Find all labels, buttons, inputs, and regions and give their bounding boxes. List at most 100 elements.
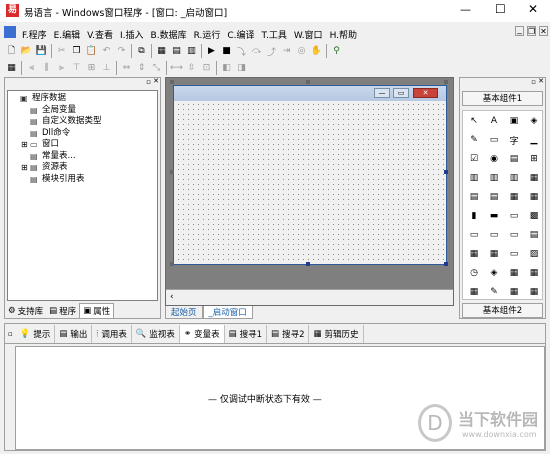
selection-handle[interactable] (170, 262, 174, 266)
component-icon[interactable]: ✎ (486, 285, 502, 299)
horizontal-scrollbar[interactable]: ‹ (166, 289, 453, 305)
form-grid-surface[interactable] (176, 102, 444, 263)
component-icon[interactable]: ▥ (486, 171, 502, 185)
panel-close-icon[interactable]: ✕ (153, 77, 159, 85)
component-icon[interactable]: A (486, 114, 502, 128)
component-icon[interactable]: ▦ (506, 190, 522, 204)
tab-properties[interactable]: ▣ 属性 (79, 303, 115, 318)
binoculars-icon[interactable]: ⚲ (329, 44, 344, 59)
component-icon[interactable]: ▥ (466, 171, 482, 185)
undo-icon[interactable]: ↶ (99, 44, 114, 59)
tree-expander-icon[interactable]: ⊞ (21, 162, 30, 174)
component-icon[interactable]: ▭ (486, 228, 502, 242)
selection-handle[interactable] (444, 262, 448, 266)
component-icon[interactable]: ▤ (466, 190, 482, 204)
tree-item[interactable]: ⊞ ▭ 窗口 (11, 139, 154, 151)
maximize-button[interactable]: ☐ (495, 2, 506, 16)
align-bottom-icon[interactable]: ⊥ (99, 60, 114, 75)
tree-item[interactable]: ▤ 全局变量 (11, 105, 154, 117)
tree-item[interactable]: ⊞ ▤ 资源表 (11, 162, 154, 174)
menu-item[interactable]: R.运行 (194, 28, 221, 41)
tab-start-page[interactable]: 起始页 (165, 306, 203, 319)
new-file-icon[interactable]: 🗋 (4, 44, 19, 59)
support-library-icon[interactable]: ▦ (154, 44, 169, 59)
component-icon[interactable]: ▦ (526, 266, 542, 280)
component-icon[interactable]: ↖ (466, 114, 482, 128)
run-to-cursor-icon[interactable]: ⇥ (279, 44, 294, 59)
align-center-icon[interactable]: ⫼ (39, 60, 54, 75)
breakpoint-icon[interactable]: ◎ (294, 44, 309, 59)
component-icon[interactable]: ▦ (506, 285, 522, 299)
tab-support-library[interactable]: ⚙ 支持库 (5, 304, 46, 318)
tab-hint[interactable]: 💡 提示 (16, 324, 56, 343)
component-icon[interactable]: ⊞ (526, 152, 542, 166)
step-over-icon[interactable]: ⤼ (249, 44, 264, 59)
bring-front-icon[interactable]: ◧ (219, 60, 234, 75)
mdi-close-button[interactable]: ✕ (539, 26, 548, 36)
component-icon[interactable]: 字 (506, 133, 522, 147)
selection-handle[interactable] (170, 170, 174, 174)
property-panel-icon[interactable]: ▥ (184, 44, 199, 59)
scroll-left-icon[interactable]: ‹ (170, 292, 174, 302)
component-icon[interactable]: ◉ (486, 152, 502, 166)
open-file-icon[interactable]: 📂 (19, 44, 34, 59)
component-icon[interactable]: ▭ (506, 209, 522, 223)
component-icon[interactable]: ▭ (506, 247, 522, 261)
v-spacing-icon[interactable]: ⇳ (184, 60, 199, 75)
selection-handle[interactable] (444, 170, 448, 174)
component-icon[interactable]: ▩ (526, 209, 542, 223)
menu-item[interactable]: V.查看 (87, 28, 113, 41)
menu-item[interactable]: F.程序 (22, 28, 47, 41)
component-icon[interactable]: ☑ (466, 152, 482, 166)
component-icon[interactable]: ▁ (526, 133, 542, 147)
step-out-icon[interactable]: ⤴ (264, 44, 279, 59)
component-icon[interactable]: ◈ (526, 114, 542, 128)
tab-startup-window[interactable]: _启动窗口 (202, 306, 253, 319)
component-icon[interactable]: ▤ (526, 228, 542, 242)
component-icon[interactable]: ▤ (506, 152, 522, 166)
component-group-header-2[interactable]: 基本组件2 (462, 303, 543, 318)
selection-handle[interactable] (306, 80, 310, 84)
align-right-icon[interactable]: ⫸ (54, 60, 69, 75)
component-icon[interactable]: ▦ (466, 285, 482, 299)
same-width-icon[interactable]: ⇔ (119, 60, 134, 75)
component-icon[interactable]: ▨ (526, 247, 542, 261)
copy-icon[interactable]: ❐ (69, 44, 84, 59)
align-middle-icon[interactable]: ⊞ (84, 60, 99, 75)
send-back-icon[interactable]: ◨ (234, 60, 249, 75)
tab-output[interactable]: ▤ 输出 (55, 324, 93, 343)
menu-item[interactable]: C.编译 (227, 28, 254, 41)
tab-variables[interactable]: ⚭ 变量表 (179, 324, 225, 343)
component-icon[interactable]: ▭ (506, 228, 522, 242)
form-close-button[interactable]: ✕ (413, 88, 438, 98)
tab-call-stack[interactable]: ⦙ 调用表 (92, 324, 132, 343)
component-icon[interactable]: ▣ (506, 114, 522, 128)
tab-search-1[interactable]: ▤ 搜寻1 (225, 324, 268, 343)
panel-pin-icon[interactable]: ▫ (531, 78, 536, 86)
menu-item[interactable]: W.窗口 (294, 28, 323, 41)
center-form-icon[interactable]: ⊡ (199, 60, 214, 75)
form-minimize-button[interactable]: — (374, 88, 390, 98)
selection-handle[interactable] (306, 262, 310, 266)
tab-search-2[interactable]: ▤ 搜寻2 (267, 324, 310, 343)
tree-item[interactable]: ▤ 模块引用表 (11, 174, 154, 186)
align-top-icon[interactable]: ⊤ (69, 60, 84, 75)
cut-icon[interactable]: ✂ (54, 44, 69, 59)
same-size-icon[interactable]: ⤡ (149, 60, 164, 75)
mdi-restore-button[interactable]: ❐ (527, 26, 536, 36)
stop-icon[interactable]: ■ (219, 44, 234, 59)
tab-watch[interactable]: 🔍 监视表 (132, 324, 180, 343)
save-icon[interactable]: 💾 (34, 44, 49, 59)
component-icon[interactable]: ◈ (486, 266, 502, 280)
tree-item[interactable]: ▤ Dll命令 (11, 128, 154, 140)
grid-icon[interactable]: ▦ (4, 60, 19, 75)
step-into-icon[interactable]: ⤵ (234, 44, 249, 59)
minimize-button[interactable]: — (460, 3, 471, 16)
align-left-icon[interactable]: ⫷ (24, 60, 39, 75)
tree-item[interactable]: ▤ 常量表... (11, 151, 154, 163)
component-icon[interactable]: ▦ (466, 247, 482, 261)
component-icon[interactable]: ▤ (486, 190, 502, 204)
component-icon[interactable]: ✎ (466, 133, 482, 147)
component-icon[interactable]: ▥ (506, 171, 522, 185)
window-layout-icon[interactable]: ▤ (169, 44, 184, 59)
